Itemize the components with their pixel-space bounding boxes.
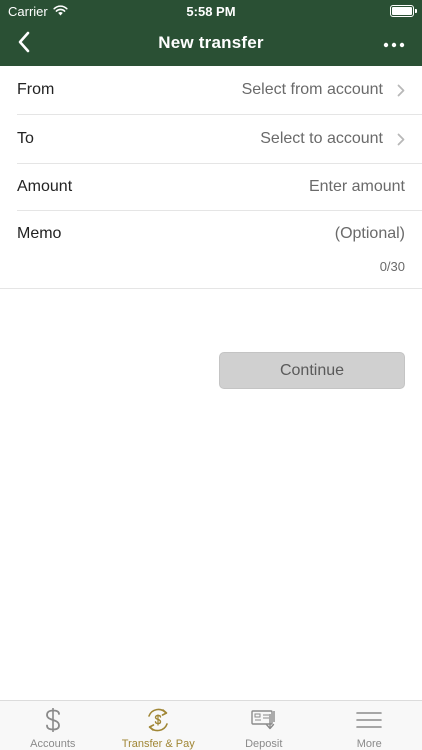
chevron-right-icon <box>397 133 405 146</box>
more-horizontal-icon <box>383 35 405 53</box>
memo-label: Memo <box>17 225 62 242</box>
more-options-button[interactable] <box>380 34 408 54</box>
amount-label: Amount <box>17 178 73 195</box>
clock: 5:58 PM <box>186 4 236 19</box>
from-account-row[interactable]: From Select from account <box>17 66 422 115</box>
tab-deposit[interactable]: Deposit <box>211 701 317 750</box>
memo-char-counter: 0/30 <box>379 259 405 274</box>
tab-label: Transfer & Pay <box>121 738 195 750</box>
memo-row: Memo 0/30 <box>0 211 422 289</box>
transfer-form: From Select from account To Select to ac… <box>0 66 422 289</box>
menu-lines-icon <box>354 705 384 735</box>
to-account-placeholder: Select to account <box>260 130 383 147</box>
status-bar: Carrier 5:58 PM <box>0 0 422 22</box>
nav-bar: New transfer <box>0 22 422 66</box>
battery-icon <box>390 5 417 17</box>
memo-input[interactable] <box>155 225 405 243</box>
tab-bar: Accounts Transfer & Pay Deposit More <box>0 700 422 750</box>
transfer-pay-icon <box>143 705 173 735</box>
from-label: From <box>17 81 55 98</box>
to-account-row[interactable]: To Select to account <box>17 115 422 164</box>
amount-input[interactable] <box>185 178 405 196</box>
tab-accounts[interactable]: Accounts <box>0 701 106 750</box>
chevron-right-icon <box>397 84 405 97</box>
amount-row: Amount <box>17 164 422 211</box>
tab-label: Deposit <box>245 738 283 750</box>
continue-button[interactable]: Continue <box>219 352 405 389</box>
from-value: Select from account <box>242 81 405 99</box>
page-title: New transfer <box>158 33 264 52</box>
tab-transfer-pay[interactable]: Transfer & Pay <box>106 701 212 750</box>
to-label: To <box>17 130 34 147</box>
from-account-placeholder: Select from account <box>241 81 383 98</box>
tab-label: More <box>356 738 382 750</box>
tab-label: Accounts <box>30 738 76 750</box>
app-header: Carrier 5:58 PM New transfer <box>0 0 422 66</box>
to-value: Select to account <box>260 130 405 148</box>
check-deposit-icon <box>249 705 279 735</box>
dollar-icon <box>38 705 68 735</box>
tab-more[interactable]: More <box>317 701 422 750</box>
